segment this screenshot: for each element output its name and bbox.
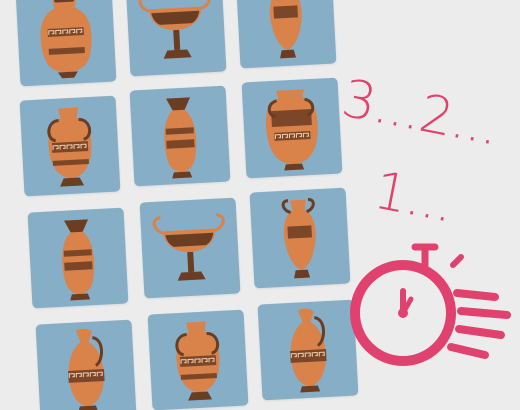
slim-amphora-vase-icon [269,0,302,59]
slim-amphora-vase-icon [281,198,316,279]
vase-card-6[interactable] [241,77,343,179]
vase-card-5[interactable] [129,85,231,187]
oinochoe-jug-vase-icon [68,328,105,410]
amphora-wide-vase-icon [40,0,92,79]
kylix-cup-vase-icon [152,213,225,281]
oinochoe-jug-vase-icon [290,308,327,393]
vase-card-11[interactable] [147,309,249,410]
handled-amphora-vase-icon [175,321,220,401]
vase-card-1[interactable] [15,0,117,87]
kylix-cup-vase-icon [138,0,211,59]
vase-card-3[interactable] [235,0,337,69]
vase-card-4[interactable] [19,95,121,197]
vase-card-10[interactable] [35,319,137,410]
memory-game-scene: 3...2... 1... [0,0,520,410]
vase-card-7[interactable] [27,207,129,309]
vase-card-12[interactable] [257,299,359,401]
tall-vase-vase-icon [164,97,197,179]
stopwatch-icon [350,243,511,366]
vase-card-2[interactable] [125,0,227,77]
tall-vase-vase-icon [62,219,95,301]
vase-card-9[interactable] [249,187,351,289]
vase-card-8[interactable] [139,197,241,299]
big-amphora-vase-icon [265,89,318,171]
handled-amphora-vase-icon [47,107,92,187]
